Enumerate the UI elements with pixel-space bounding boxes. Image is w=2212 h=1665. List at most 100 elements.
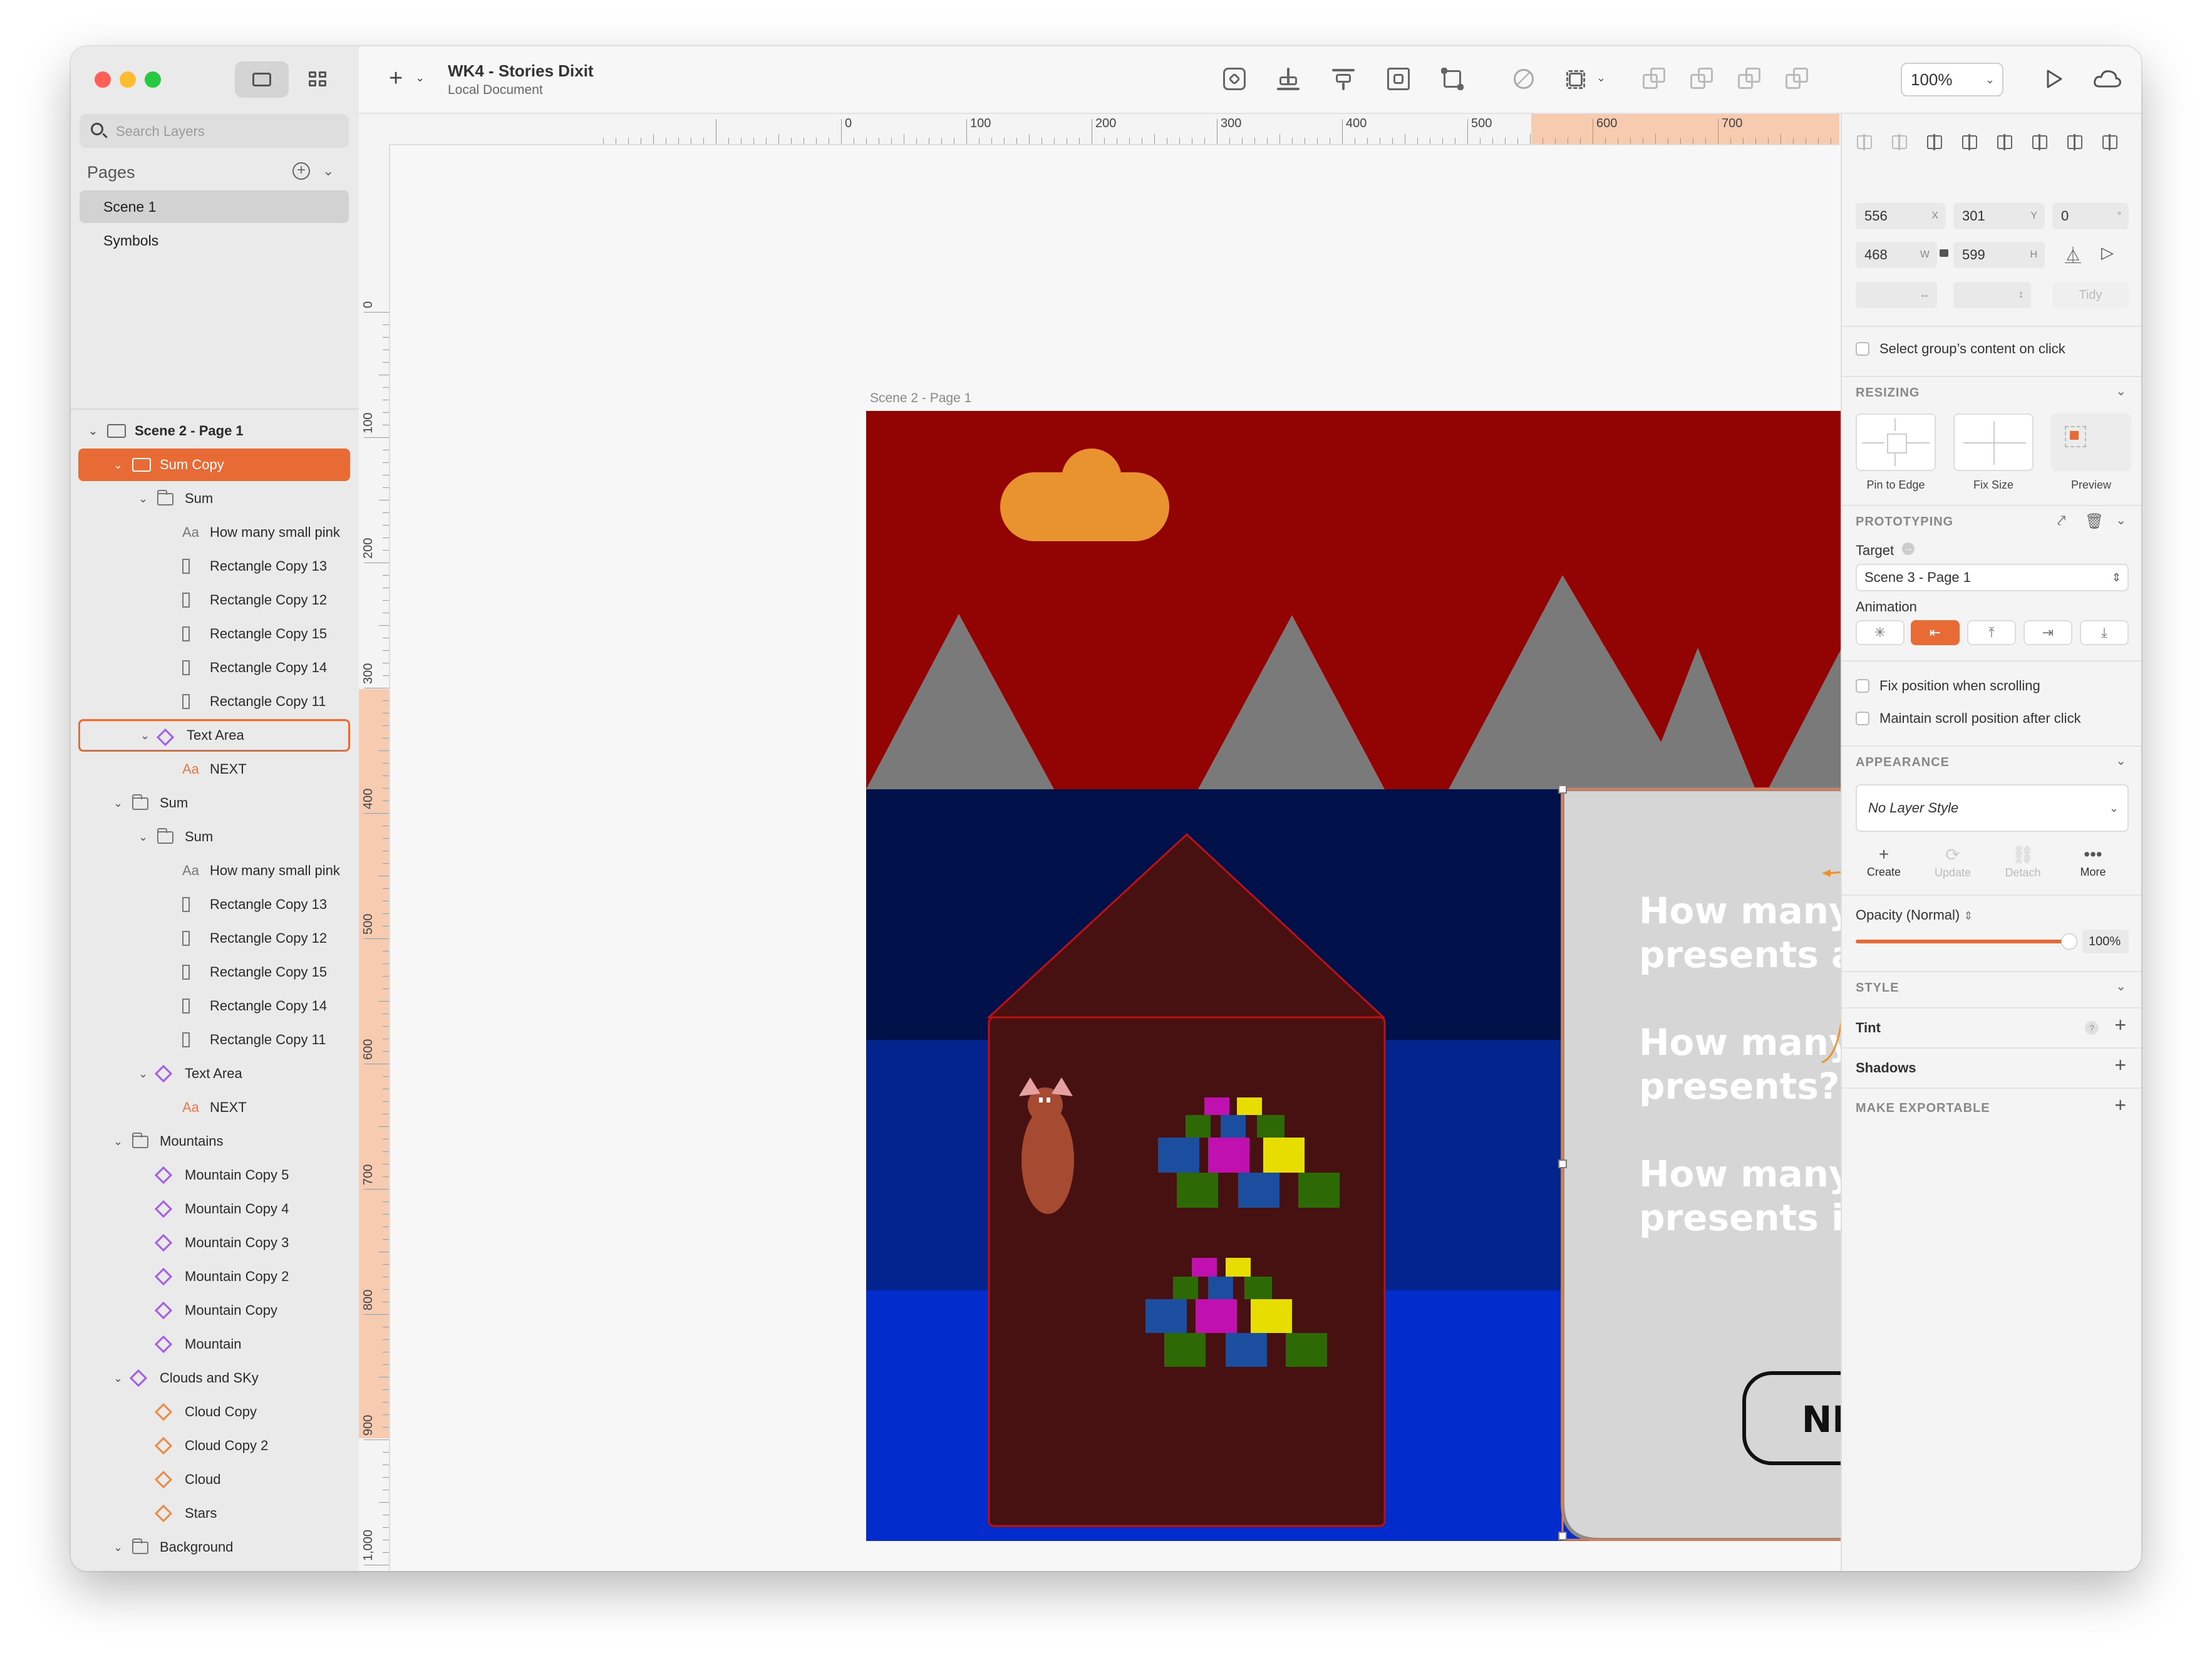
select-group-content-checkbox[interactable] (1856, 342, 1869, 356)
flatten-icon[interactable] (1566, 68, 1589, 90)
help-icon[interactable]: ? (2085, 1021, 2099, 1035)
layer-row[interactable]: Aa How many small pink (78, 854, 350, 887)
link-icon[interactable]: ⤤ (2057, 512, 2066, 530)
fix-position-checkbox[interactable] (1856, 679, 1869, 693)
chevron-down-icon[interactable]: ⌄ (113, 1125, 123, 1158)
layer-row[interactable]: Rectangle Copy 15 (78, 956, 350, 988)
layer-row[interactable]: Mountain Copy 4 (78, 1193, 350, 1225)
y-position-field[interactable]: 301 Y (1953, 203, 2045, 229)
chevron-down-icon[interactable]: ⌄ (138, 1057, 148, 1090)
insert-icon[interactable]: + (389, 65, 403, 92)
layer-row[interactable]: ⌄ Text Area (78, 1057, 350, 1090)
align-middle-icon[interactable] (2066, 134, 2084, 150)
zoom-select[interactable]: 100% ⌄ (1901, 63, 2003, 96)
layer-row[interactable]: Rectangle Copy 11 (78, 685, 350, 718)
chevron-down-icon[interactable]: ⌄ (138, 821, 148, 853)
scale-icon[interactable] (1387, 68, 1410, 90)
chevron-down-icon[interactable]: ⌄ (140, 721, 150, 750)
layer-row[interactable]: Cloud (78, 1463, 350, 1496)
animation-slide-up-button[interactable]: ⤒ (1967, 620, 2016, 645)
align-right-icon[interactable] (1996, 134, 2013, 150)
layer-row[interactable]: Rectangle Copy 14 (78, 651, 350, 684)
chevron-down-icon[interactable]: ⌄ (2116, 978, 2126, 994)
pin-to-edge-control[interactable] (1856, 413, 1936, 471)
chevron-down-icon[interactable]: ⌄ (323, 163, 334, 179)
animation-slide-left-button[interactable]: ⇤ (1911, 620, 1960, 645)
chevron-down-icon[interactable]: ⌄ (88, 415, 98, 447)
layer-row[interactable]: ⌄ Sum (78, 482, 350, 515)
rotate-icon[interactable] (1512, 68, 1535, 90)
layer-row[interactable]: Rectangle Copy 13 (78, 888, 350, 921)
chevron-down-icon[interactable]: ⌄ (1596, 71, 1606, 85)
rotation-field[interactable]: 0 ° (2052, 203, 2129, 229)
add-shadow-icon[interactable]: + (2114, 1054, 2126, 1077)
animation-slide-down-button[interactable]: ⤓ (2080, 620, 2129, 645)
layer-row[interactable]: ⌄ Scene 2 - Page 1 (78, 415, 350, 447)
detach-style-button[interactable]: ⛓ Detach (1995, 844, 2051, 879)
layer-search-input[interactable] (115, 119, 343, 144)
layer-row[interactable]: Aa NEXT (78, 753, 350, 786)
layer-row[interactable]: Mountain (78, 1328, 350, 1361)
distribute-horizontal-icon[interactable] (1856, 134, 1873, 150)
trash-icon[interactable]: 🗑 (2085, 512, 2104, 531)
chevron-down-icon[interactable]: ⌄ (113, 787, 123, 819)
animation-instant-button[interactable]: ✳ (1856, 620, 1904, 645)
difference-icon[interactable] (1786, 68, 1808, 90)
update-style-button[interactable]: ⟳ Update (1925, 844, 1981, 879)
x-position-field[interactable]: 556 X (1856, 203, 1946, 229)
page-item-scene-1[interactable]: Scene 1 (80, 190, 349, 223)
union-icon[interactable] (1643, 68, 1665, 90)
layer-row[interactable]: Rectangle Copy 12 (78, 922, 350, 955)
horizontal-spacing-field[interactable]: ↔ (1856, 282, 1937, 308)
intersect-icon[interactable] (1738, 68, 1760, 90)
layer-style-select[interactable]: No Layer Style ⌄ (1856, 784, 2129, 832)
layer-row[interactable]: Rectangle Copy 15 (78, 618, 350, 650)
vertical-spacing-field[interactable]: ↕ (1953, 282, 2031, 308)
layer-row[interactable]: Rectangle Copy 11 (78, 1024, 350, 1056)
create-symbol-icon[interactable] (1223, 68, 1246, 90)
chevron-down-icon[interactable]: ⌄ (2116, 753, 2126, 769)
layer-row[interactable]: ⌄ Mountains (78, 1125, 350, 1158)
layer-row[interactable]: Aa How many small pink (78, 516, 350, 549)
flip-horizontal-icon[interactable]: ⏅ (2065, 243, 2081, 266)
layer-row[interactable]: Mountain Copy 2 (78, 1260, 350, 1293)
canvas[interactable]: Scene 2 - Page 1 How many presents How m… (390, 145, 2141, 1571)
align-top-icon[interactable] (2031, 134, 2049, 150)
minimize-window-button[interactable] (120, 71, 136, 88)
add-page-icon[interactable]: + (292, 162, 310, 180)
chevron-down-icon[interactable]: ⌄ (113, 449, 123, 481)
layer-row[interactable]: ⌄ Sum Copy (78, 449, 350, 481)
opacity-slider-track[interactable] (1856, 940, 2069, 943)
fix-size-control[interactable] (1953, 413, 2034, 471)
layer-row[interactable]: Cloud Copy 2 (78, 1429, 350, 1462)
opacity-slider-handle[interactable] (2061, 933, 2077, 950)
align-left-icon[interactable] (1926, 134, 1943, 150)
layer-row[interactable]: Aa NEXT (78, 1091, 350, 1124)
add-export-icon[interactable]: + (2114, 1094, 2126, 1117)
layer-row[interactable]: Mountain Copy 3 (78, 1227, 350, 1259)
lock-aspect-icon[interactable] (1940, 249, 1948, 257)
arrow-right-icon[interactable]: → (1902, 542, 1915, 555)
add-tint-icon[interactable]: + (2114, 1014, 2126, 1037)
zoom-window-button[interactable] (145, 71, 161, 88)
width-field[interactable]: 468 W (1856, 242, 1937, 268)
more-style-button[interactable]: ••• More (2065, 844, 2121, 879)
opacity-label[interactable]: Opacity (Normal) ⇕ (1856, 907, 1973, 923)
chevron-down-icon[interactable]: ⌄ (113, 1531, 123, 1564)
artboard-label[interactable]: Scene 2 - Page 1 (870, 391, 971, 406)
page-item-symbols[interactable]: Symbols (80, 224, 349, 257)
flip-vertical-icon[interactable]: ▷ (2101, 243, 2114, 262)
tidy-button[interactable]: Tidy (2052, 282, 2129, 308)
layer-row[interactable]: Rectangle Copy 13 (78, 550, 350, 583)
create-style-button[interactable]: + Create (1856, 844, 1912, 879)
layer-row[interactable]: Rectangle Copy 12 (78, 584, 350, 616)
chevron-down-icon[interactable]: ⌄ (2116, 383, 2126, 399)
subtract-icon[interactable] (1690, 68, 1713, 90)
component-view-button[interactable] (291, 61, 345, 98)
cloud-icon[interactable] (2092, 68, 2122, 90)
layer-row[interactable]: Mountain Copy 5 (78, 1159, 350, 1191)
chevron-down-icon[interactable]: ⌄ (113, 1362, 123, 1394)
distribute-icon[interactable] (1332, 68, 1355, 90)
layer-search[interactable] (80, 114, 349, 148)
align-bottom-icon[interactable] (2101, 134, 2119, 150)
